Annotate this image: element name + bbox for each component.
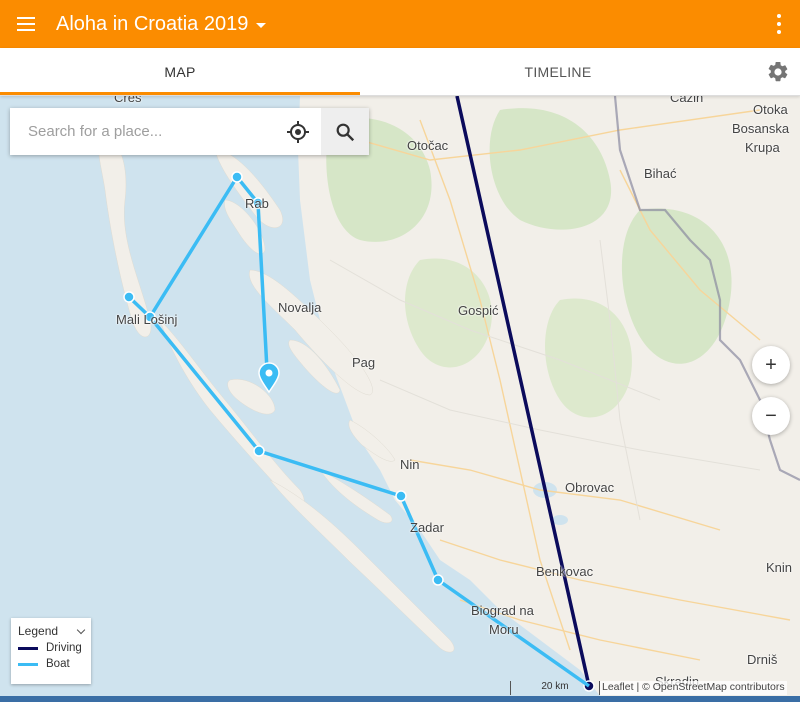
zoom-in-button[interactable]: + [752, 346, 790, 384]
place-label: Knin [766, 560, 793, 575]
app-bar: Aloha in Croatia 2019 [0, 0, 800, 48]
tab-bar: MAP TIMELINE [0, 48, 800, 96]
active-tab-indicator [0, 92, 360, 95]
tab-timeline[interactable]: TIMELINE [360, 48, 756, 96]
search-icon [336, 123, 355, 141]
map-canvas[interactable]: Cres Otočac Rab Bihać Otoka Bosanska Kru… [0, 96, 800, 696]
place-label: Krupa [745, 140, 780, 155]
place-label: Mali Lošinj [116, 312, 178, 327]
my-location-icon[interactable] [286, 120, 310, 144]
place-label: Otočac [407, 138, 449, 153]
legend-swatch [18, 646, 38, 650]
place-label: Pag [352, 355, 376, 370]
trip-title: Aloha in Croatia 2019 [56, 12, 249, 35]
caret-down-icon [256, 22, 267, 28]
place-label: Benkovac [536, 564, 594, 579]
map-base-layer [0, 96, 800, 696]
menu-icon[interactable] [0, 0, 52, 48]
legend-toggle[interactable]: Legend [11, 618, 91, 640]
zoom-out-button[interactable]: − [752, 397, 790, 435]
place-label: Cazin [670, 96, 704, 105]
place-label: Moru [489, 622, 519, 637]
place-label: Gospić [458, 303, 499, 318]
map-attribution[interactable]: Leaflet | © OpenStreetMap contributors [600, 681, 787, 695]
gear-icon[interactable] [766, 60, 790, 84]
place-label: Drniš [747, 652, 778, 667]
search-box [10, 108, 369, 155]
map-scale: 20 km [510, 681, 600, 695]
place-label: Bihać [644, 166, 677, 181]
legend-label: Driving [46, 642, 82, 654]
legend-label: Boat [46, 658, 70, 670]
legend-item-driving: Driving [11, 640, 91, 656]
place-label: Zadar [410, 520, 444, 535]
search-input[interactable] [10, 108, 260, 155]
search-button[interactable] [321, 108, 369, 155]
map-legend: Legend Driving Boat [11, 618, 91, 684]
place-label: Novalja [278, 300, 322, 315]
legend-swatch [18, 662, 38, 666]
app-root: Aloha in Croatia 2019 MAP TIMELINE Cres … [0, 0, 800, 702]
bottom-strip [0, 696, 800, 702]
place-label: Rab [245, 196, 269, 211]
trip-selector[interactable]: Aloha in Croatia 2019 [56, 12, 267, 36]
place-label: Obrovac [565, 480, 615, 495]
place-label: Otoka [753, 102, 788, 117]
legend-item-boat: Boat [11, 656, 91, 672]
tab-map[interactable]: MAP [0, 48, 360, 96]
more-vert-icon[interactable] [776, 14, 782, 34]
place-label: Bosanska [732, 121, 790, 136]
chevron-down-icon [76, 625, 86, 634]
legend-title: Legend [18, 624, 59, 638]
place-label: Cres [114, 96, 142, 105]
place-label: Nin [400, 457, 420, 472]
place-label: Biograd na [471, 603, 534, 618]
